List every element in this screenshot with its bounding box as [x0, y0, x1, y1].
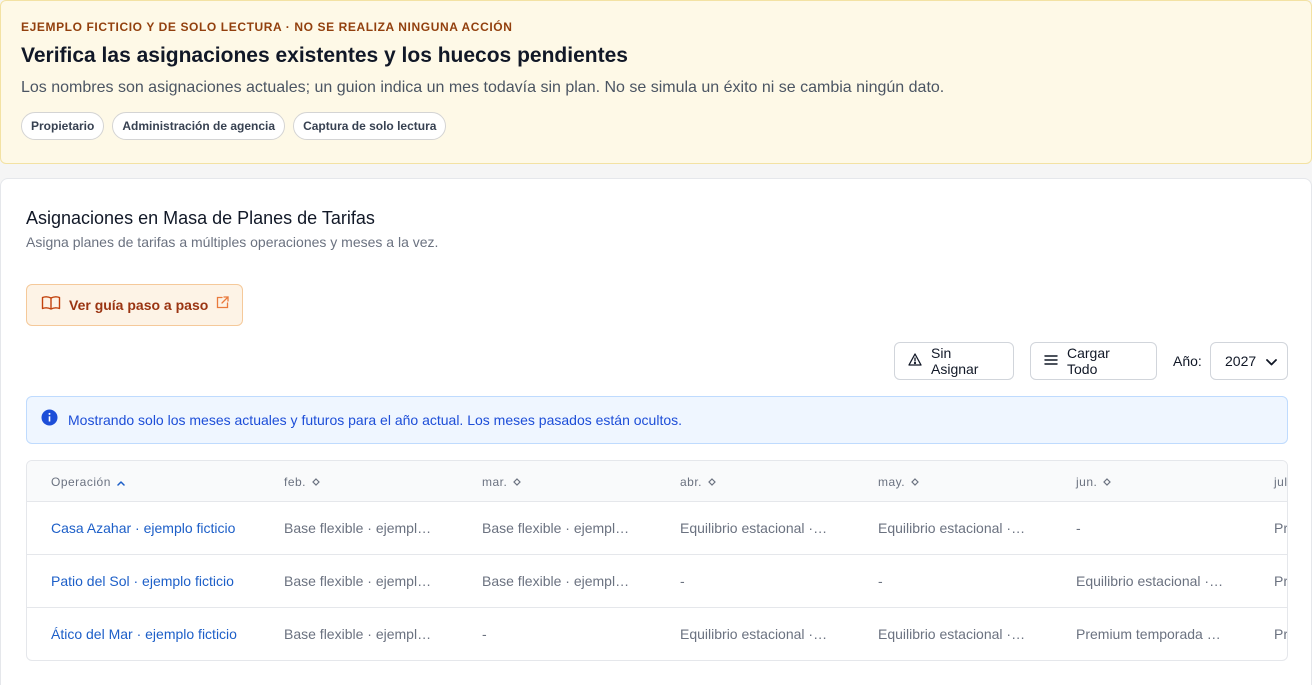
plan-cell[interactable]: Equilibrio estacional · ejemplo ficticio	[878, 626, 1028, 642]
assignments-table: Operación feb. mar. abr. may. jun. jul C…	[26, 460, 1288, 661]
page-title: Asignaciones en Masa de Planes de Tarifa…	[26, 208, 375, 228]
column-header-operation[interactable]: Operación	[51, 475, 125, 489]
banner-chips: Propietario Administración de agencia Ca…	[21, 112, 1291, 140]
plan-cell[interactable]: Equilibrio estacional · ejemplo ficticio	[680, 626, 830, 642]
operation-link[interactable]: Casa Azahar · ejemplo ficticio	[51, 520, 271, 536]
menu-lines-icon	[1044, 353, 1058, 369]
plan-cell[interactable]: -	[482, 626, 632, 642]
alert-triangle-icon	[908, 353, 922, 369]
plan-cell[interactable]: Equilibrio estacional · ejemplo ficticio	[680, 520, 830, 536]
column-header-feb[interactable]: feb.	[284, 475, 320, 489]
table-header: Operación feb. mar. abr. may. jun. jul	[27, 461, 1287, 502]
plan-cell[interactable]: Base flexible · ejemplo ficticio	[284, 520, 434, 536]
banner-description: Los nombres son asignaciones actuales; u…	[21, 79, 945, 96]
plan-cell[interactable]: Premium temporada alta	[1076, 626, 1226, 642]
info-alert-text: Mostrando solo los meses actuales y futu…	[68, 412, 683, 428]
info-circle-icon	[41, 409, 58, 431]
plan-cell[interactable]: -	[1076, 520, 1226, 536]
plan-cell[interactable]: Premium temporada alta	[1274, 573, 1287, 589]
operation-link[interactable]: Patio del Sol · ejemplo ficticio	[51, 573, 271, 589]
chevron-up-icon	[117, 475, 125, 489]
plan-cell[interactable]: Base flexible · ejemplo ficticio	[482, 520, 632, 536]
plan-cell[interactable]: Base flexible · ejemplo ficticio	[284, 573, 434, 589]
table-row: Patio del Sol · ejemplo ficticio Base fl…	[27, 555, 1287, 608]
load-all-button-label: Cargar Todo	[1067, 345, 1110, 377]
sort-diamond-icon	[708, 475, 716, 489]
plan-cell[interactable]: Premium temporada alta	[1274, 626, 1287, 642]
plan-cell[interactable]: -	[878, 573, 1028, 589]
unassigned-button[interactable]: Sin Asignar	[894, 342, 1014, 380]
bulk-assignments-card: Asignaciones en Masa de Planes de Tarifa…	[0, 178, 1312, 685]
external-link-icon	[216, 296, 229, 314]
column-header-apr[interactable]: abr.	[680, 475, 716, 489]
plan-cell[interactable]: Equilibrio estacional · ejemplo ficticio	[1076, 573, 1226, 589]
book-open-icon	[41, 295, 61, 316]
chip-agency-admin: Administración de agencia	[112, 112, 286, 140]
load-all-button[interactable]: Cargar Todo	[1030, 342, 1157, 380]
sort-diamond-icon	[911, 475, 919, 489]
year-select[interactable]: 2027	[1210, 342, 1288, 380]
chip-read-only-capture: Captura de solo lectura	[293, 112, 447, 140]
plan-cell[interactable]: Premium temporada alta	[1274, 520, 1287, 536]
table-row: Casa Azahar · ejemplo ficticio Base flex…	[27, 502, 1287, 555]
info-alert: Mostrando solo los meses actuales y futu…	[26, 396, 1288, 444]
operation-link[interactable]: Ático del Mar · ejemplo ficticio	[51, 626, 271, 642]
chip-owner: Propietario	[21, 112, 105, 140]
chevron-down-icon	[1266, 353, 1277, 369]
banner-eyebrow: EJEMPLO FICTICIO Y DE SOLO LECTURA · NO …	[21, 20, 513, 34]
guide-button[interactable]: Ver guía paso a paso	[26, 284, 243, 326]
column-header-mar[interactable]: mar.	[482, 475, 522, 489]
plan-cell[interactable]: -	[680, 573, 830, 589]
plan-cell[interactable]: Base flexible · ejemplo ficticio	[482, 573, 632, 589]
banner-title: Verifica las asignaciones existentes y l…	[21, 44, 628, 67]
page-subtitle: Asigna planes de tarifas a múltiples ope…	[26, 234, 439, 250]
sort-diamond-icon	[1103, 475, 1112, 489]
year-label: Año:	[1173, 353, 1202, 369]
read-only-banner: EJEMPLO FICTICIO Y DE SOLO LECTURA · NO …	[0, 0, 1312, 164]
guide-button-label: Ver guía paso a paso	[69, 297, 209, 313]
plan-cell[interactable]: Base flexible · ejemplo ficticio	[284, 626, 434, 642]
sort-diamond-icon	[513, 475, 522, 489]
column-header-jun[interactable]: jun.	[1076, 475, 1112, 489]
table-row: Ático del Mar · ejemplo ficticio Base fl…	[27, 608, 1287, 660]
column-header-jul[interactable]: jul.	[1274, 475, 1287, 489]
unassigned-button-label: Sin Asignar	[931, 345, 979, 377]
year-select-value: 2027	[1225, 353, 1257, 369]
plan-cell[interactable]: Equilibrio estacional · ejemplo ficticio	[878, 520, 1028, 536]
sort-diamond-icon	[312, 475, 320, 489]
column-header-may[interactable]: may.	[878, 475, 919, 489]
